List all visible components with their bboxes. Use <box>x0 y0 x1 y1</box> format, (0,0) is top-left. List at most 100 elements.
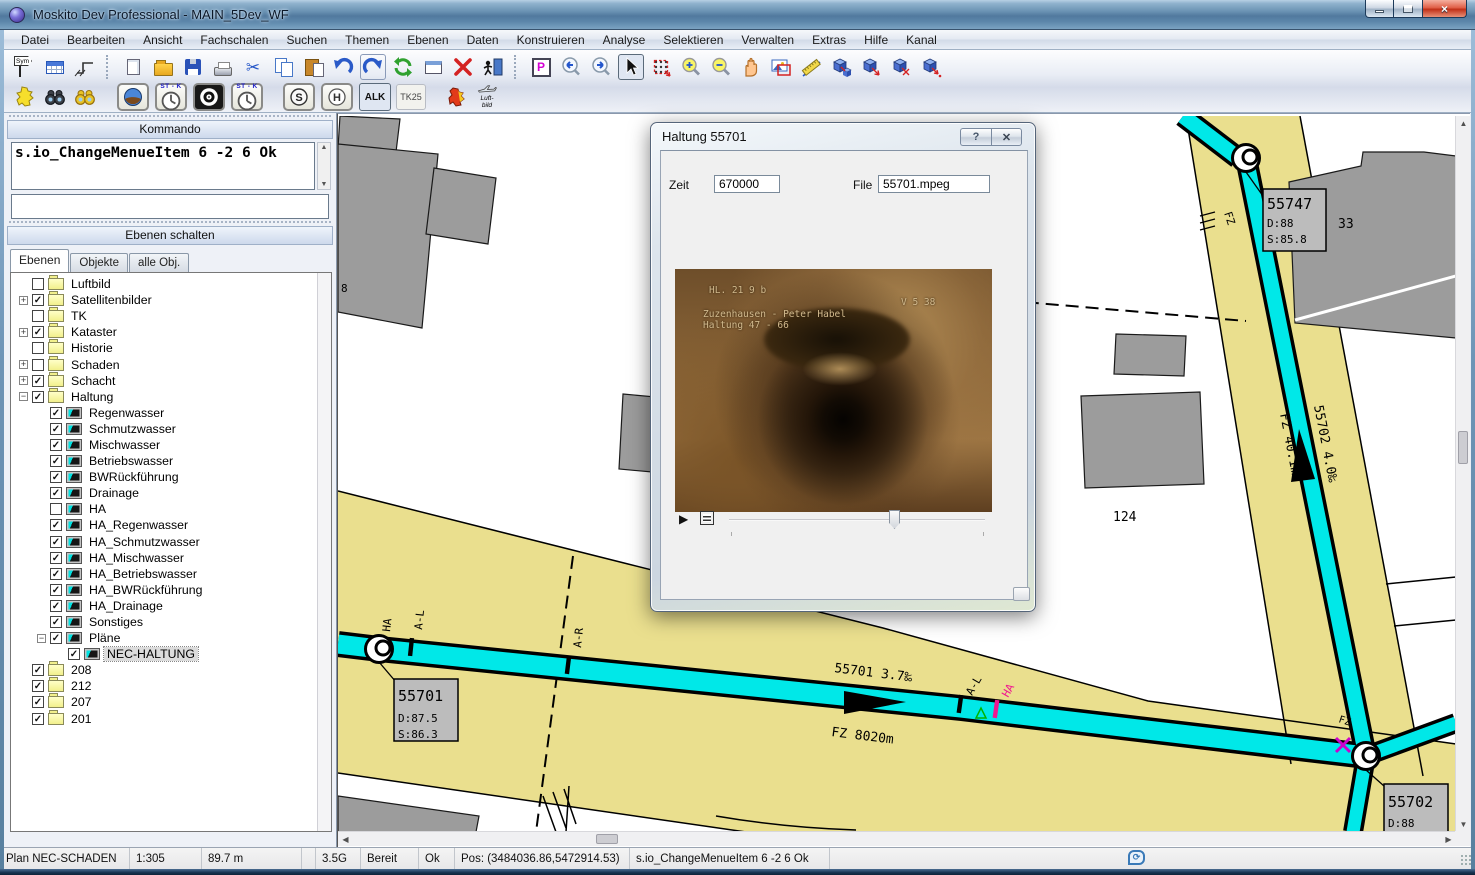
zoomin-button[interactable] <box>678 54 704 80</box>
map-vertical-scrollbar[interactable]: ▲ ▼ <box>1455 116 1470 832</box>
layer-checkbox[interactable]: ✓ <box>68 648 80 661</box>
print-button[interactable] <box>210 54 236 80</box>
new-button[interactable] <box>120 54 146 80</box>
polyline-button[interactable] <box>72 54 98 80</box>
layer-checkbox[interactable]: ✓ <box>32 696 44 709</box>
zeit-field[interactable]: 670000 <box>714 175 780 193</box>
delete-button[interactable] <box>450 54 476 80</box>
scroll-up-icon[interactable]: ▲ <box>321 144 328 151</box>
manhole-55701[interactable] <box>364 634 394 664</box>
menu-themen[interactable]: Themen <box>336 31 398 49</box>
pan-button[interactable] <box>738 54 764 80</box>
hbtn-button[interactable]: H <box>321 83 353 111</box>
cubeb-button[interactable] <box>858 54 884 80</box>
layer-checkbox[interactable]: ✓ <box>50 471 62 484</box>
panel-grip[interactable] <box>9 115 331 119</box>
scroll-up-icon[interactable]: ▲ <box>1456 116 1470 131</box>
tree-item-ha-bwr-ckf-hrung[interactable]: ✓ HA_BWRückführung <box>13 582 331 598</box>
measure-button[interactable] <box>798 54 824 80</box>
expander-plus-icon[interactable]: + <box>19 295 28 305</box>
layer-checkbox[interactable]: ✓ <box>32 664 44 677</box>
layer-checkbox[interactable]: ✓ <box>50 422 62 435</box>
paste-button[interactable] <box>300 54 326 80</box>
layer-checkbox[interactable] <box>50 503 62 516</box>
expander-plus-icon[interactable]: + <box>19 327 28 337</box>
menu-ansicht[interactable]: Ansicht <box>134 31 191 49</box>
menu-suchen[interactable]: Suchen <box>277 31 336 49</box>
tab-alle-obj[interactable]: alle Obj. <box>129 253 190 272</box>
menu-kanal[interactable]: Kanal <box>897 31 946 49</box>
layer-checkbox[interactable]: ✓ <box>50 567 62 580</box>
layer-checkbox[interactable]: ✓ <box>50 632 62 645</box>
panel-grip[interactable] <box>9 221 331 225</box>
layer-checkbox[interactable] <box>32 342 44 355</box>
layer-checkbox[interactable]: ✓ <box>50 406 62 419</box>
layer-checkbox[interactable]: ✓ <box>32 680 44 693</box>
menu-extras[interactable]: Extras <box>803 31 855 49</box>
tree-item-schmutzwasser[interactable]: ✓ Schmutzwasser <box>13 421 331 437</box>
tree-item-tk[interactable]: TK <box>13 307 331 324</box>
command-history[interactable]: s.io_ChangeMenueItem 6 -2 6 Ok <box>11 142 315 190</box>
tree-item-ha-betriebswasser[interactable]: ✓ HA_Betriebswasser <box>13 566 331 582</box>
layer-checkbox[interactable]: ✓ <box>32 326 44 339</box>
copy-button[interactable] <box>270 54 296 80</box>
menu-analyse[interactable]: Analyse <box>594 31 655 49</box>
close-button[interactable]: × <box>1422 0 1467 18</box>
fit-button[interactable]: P <box>528 54 554 80</box>
binocdark-button[interactable] <box>42 84 68 110</box>
exit-button[interactable] <box>480 54 506 80</box>
scroll-left-icon[interactable]: ◀ <box>338 832 353 847</box>
zoomout-button[interactable] <box>708 54 734 80</box>
play-button[interactable]: ▶ <box>679 513 688 525</box>
tab-ebenen[interactable]: Ebenen <box>10 249 70 272</box>
menu-konstruieren[interactable]: Konstruieren <box>508 31 594 49</box>
layer-checkbox[interactable]: ✓ <box>50 455 62 468</box>
vscroll-thumb[interactable] <box>1458 431 1468 464</box>
alk-button[interactable]: ALK <box>359 83 391 111</box>
layer-checkbox[interactable]: ✓ <box>50 519 62 532</box>
menu-datei[interactable]: Datei <box>12 31 58 49</box>
layer-checkbox[interactable] <box>32 310 44 323</box>
tree-item-ha[interactable]: HA <box>13 501 331 517</box>
tree-item-ha-mischwasser[interactable]: ✓ HA_Mischwasser <box>13 550 331 566</box>
tree-item-betriebswasser[interactable]: ✓ Betriebswasser <box>13 453 331 469</box>
video-slider-thumb[interactable] <box>889 510 900 529</box>
tree-scrollbar[interactable] <box>317 273 331 831</box>
minimize-button[interactable] <box>1365 0 1394 18</box>
video-slider-track[interactable] <box>729 519 985 521</box>
tk25-button[interactable]: TK25 <box>396 84 426 110</box>
tree-item-ha-regenwasser[interactable]: ✓ HA_Regenwasser <box>13 517 331 533</box>
notification-bubble-icon[interactable]: ⟳ <box>1128 850 1145 865</box>
undo-button[interactable] <box>330 54 356 80</box>
playlist-icon[interactable] <box>700 511 714 525</box>
tree-item-schaden[interactable]: + Schaden <box>13 355 331 372</box>
dialog-resize-handle[interactable] <box>1013 587 1030 601</box>
refresh-button[interactable] <box>390 54 416 80</box>
layer-checkbox[interactable]: ✓ <box>50 487 62 500</box>
tree-item-nec-haltung[interactable]: ✓ NEC-HALTUNG <box>13 646 331 663</box>
save-button[interactable] <box>180 54 206 80</box>
maximize-button[interactable] <box>1394 0 1422 18</box>
tree-item-mischwasser[interactable]: ✓ Mischwasser <box>13 437 331 453</box>
menu-selektieren[interactable]: Selektieren <box>654 31 732 49</box>
dialog-help-button[interactable]: ? <box>960 128 991 146</box>
firemap-button[interactable] <box>444 84 470 110</box>
layer-checkbox[interactable]: ✓ <box>50 599 62 612</box>
inspection-video[interactable]: HL. 21 9 b V 5 38 Zuzenhausen - Peter Ha… <box>675 269 992 512</box>
tree-item-pl-ne[interactable]: − ✓ Pläne <box>13 630 331 646</box>
expander-minus-icon[interactable]: − <box>37 633 46 643</box>
tree-item-208[interactable]: ✓ 208 <box>13 661 331 678</box>
sym-button[interactable]: Sym <box>12 54 38 80</box>
cubec-button[interactable] <box>888 54 914 80</box>
target-button[interactable] <box>193 83 225 111</box>
tree-item-schacht[interactable]: + ✓ Schacht <box>13 371 331 389</box>
layer-checkbox[interactable]: ✓ <box>32 294 44 307</box>
tree-item-haltung[interactable]: − ✓ Haltung <box>13 387 331 405</box>
manhole-55747[interactable] <box>1231 143 1261 173</box>
tree-item-ha-drainage[interactable]: ✓ HA_Drainage <box>13 598 331 614</box>
layer-checkbox[interactable]: ✓ <box>50 551 62 564</box>
tree-item-regenwasser[interactable]: ✓ Regenwasser <box>13 405 331 421</box>
expander-plus-icon[interactable]: + <box>19 360 28 370</box>
tree-item-201[interactable]: ✓ 201 <box>13 709 331 727</box>
layer-checkbox[interactable]: ✓ <box>50 535 62 548</box>
